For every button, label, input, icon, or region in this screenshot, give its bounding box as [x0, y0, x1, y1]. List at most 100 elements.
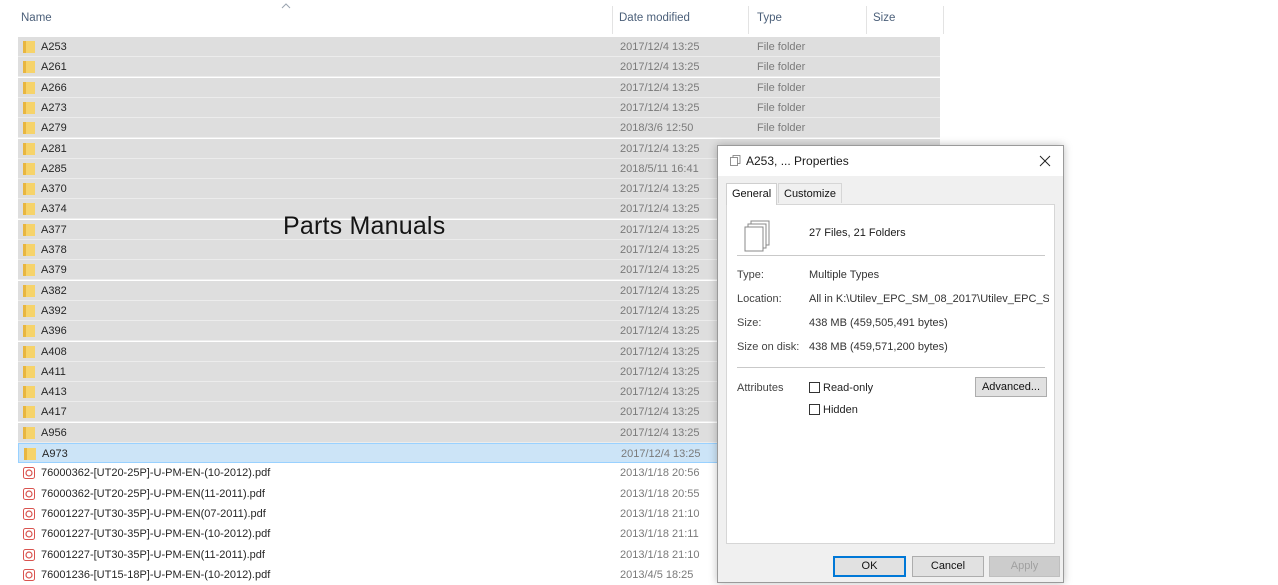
item-date: 2017/12/4 13:25	[620, 244, 700, 256]
folder-icon	[23, 264, 35, 277]
item-type: File folder	[757, 122, 806, 135]
column-divider[interactable]	[612, 6, 613, 34]
item-name: 76000362-[UT20-25P]-U-PM-EN(11-2011).pdf	[41, 487, 265, 500]
folder-row[interactable]: A253 2017/12/4 13:25 File folder	[18, 37, 940, 57]
folder-icon	[23, 142, 35, 155]
folder-icon	[23, 162, 35, 175]
item-date: 2013/1/18 21:10	[620, 507, 700, 520]
column-size[interactable]: Size	[873, 12, 895, 24]
item-name: A408	[41, 345, 67, 358]
folder-icon	[23, 183, 35, 196]
tab-general[interactable]: General	[726, 183, 778, 205]
folder-row[interactable]: A266 2017/12/4 13:25 File folder	[18, 77, 940, 98]
item-name: A396	[41, 325, 67, 338]
folder-icon	[23, 41, 35, 53]
folder-icon	[23, 284, 35, 297]
location-value: All in K:\Utilev_EPC_SM_08_2017\Utilev_E…	[809, 293, 1049, 305]
item-date: 2017/12/4 13:25	[620, 386, 700, 399]
item-date: 2013/1/18 21:11	[620, 528, 699, 541]
column-type[interactable]: Type	[757, 12, 782, 24]
folder-icon	[23, 122, 35, 135]
advanced-button[interactable]: Advanced...	[975, 377, 1047, 397]
hidden-label[interactable]: Hidden	[823, 404, 858, 416]
cancel-button[interactable]: Cancel	[912, 556, 984, 577]
pdf-icon	[23, 528, 35, 541]
folder-icon	[23, 365, 35, 378]
item-name: A266	[41, 81, 67, 94]
size-on-disk-value: 438 MB (459,571,200 bytes)	[809, 341, 948, 353]
readonly-checkbox[interactable]	[809, 382, 820, 393]
column-date-modified[interactable]: Date modified	[619, 12, 690, 24]
item-name: A285	[41, 162, 67, 175]
pdf-icon	[23, 467, 35, 480]
item-name: A417	[41, 406, 67, 419]
folder-row[interactable]: A279 2018/3/6 12:50 File folder	[18, 118, 940, 139]
selection-summary: 27 Files, 21 Folders	[809, 227, 906, 239]
general-tab-panel: 27 Files, 21 Folders Type: Multiple Type…	[726, 204, 1055, 544]
size-value: 438 MB (459,505,491 bytes)	[809, 317, 948, 329]
column-header: Name Date modified Type Size	[0, 0, 944, 37]
size-label: Size:	[737, 317, 762, 329]
folder-icon	[23, 345, 35, 358]
size-on-disk-label: Size on disk:	[737, 341, 800, 353]
properties-icon	[730, 155, 741, 166]
item-date: 2017/12/4 13:25	[620, 345, 700, 358]
folder-icon	[23, 325, 35, 338]
item-name: A273	[41, 101, 67, 114]
item-name: A279	[41, 122, 67, 135]
folder-icon	[23, 406, 35, 419]
item-type: File folder	[757, 41, 806, 53]
column-divider[interactable]	[943, 6, 944, 34]
apply-button[interactable]: Apply	[989, 556, 1060, 577]
hidden-checkbox[interactable]	[809, 404, 820, 415]
item-name: A253	[41, 41, 67, 53]
item-date: 2017/12/4 13:25	[620, 223, 700, 236]
item-name: A379	[41, 264, 67, 277]
divider	[737, 255, 1045, 256]
folder-icon	[23, 304, 35, 317]
item-date: 2017/12/4 13:25	[621, 448, 701, 460]
item-name: A281	[41, 142, 67, 155]
folder-icon	[23, 81, 35, 94]
tab-customize[interactable]: Customize	[778, 183, 842, 203]
item-date: 2018/3/6 12:50	[620, 122, 694, 135]
item-name: 76001227-[UT30-35P]-U-PM-EN(11-2011).pdf	[41, 548, 265, 561]
item-date: 2013/4/5 18:25	[620, 568, 694, 581]
item-date: 2017/12/4 13:25	[620, 325, 700, 338]
item-name: A413	[41, 386, 67, 399]
item-name: A374	[41, 203, 67, 216]
folder-icon	[23, 244, 35, 256]
dialog-titlebar[interactable]: A253, ... Properties	[718, 146, 1063, 176]
file-explorer: Name Date modified Type Size A253 2017/12…	[0, 0, 1278, 585]
folder-icon	[23, 223, 35, 236]
folder-row[interactable]: A261 2017/12/4 13:25 File folder	[18, 57, 940, 78]
item-name: A382	[41, 284, 67, 297]
item-type: File folder	[757, 101, 806, 114]
item-name: A973	[42, 448, 68, 460]
folder-icon	[24, 448, 36, 460]
folder-row[interactable]: A273 2017/12/4 13:25 File folder	[18, 97, 940, 118]
column-divider[interactable]	[748, 6, 749, 34]
folder-icon	[23, 386, 35, 399]
multiple-files-icon	[744, 220, 770, 252]
column-divider[interactable]	[866, 6, 867, 34]
ok-button[interactable]: OK	[833, 556, 906, 577]
item-date: 2017/12/4 13:25	[620, 203, 700, 216]
type-value: Multiple Types	[809, 269, 880, 281]
item-date: 2013/1/18 20:56	[620, 467, 700, 480]
pdf-icon	[23, 568, 35, 581]
pdf-icon	[23, 507, 35, 520]
column-name[interactable]: Name	[21, 12, 52, 24]
close-button[interactable]	[1027, 146, 1063, 176]
properties-dialog: A253, ... Properties General Customize 2…	[717, 145, 1064, 583]
item-date: 2018/5/11 16:41	[620, 162, 699, 175]
folder-icon	[23, 101, 35, 114]
location-label: Location:	[737, 293, 782, 305]
pdf-icon	[23, 548, 35, 561]
readonly-label[interactable]: Read-only	[823, 382, 873, 394]
close-icon	[1039, 155, 1051, 167]
item-date: 2017/12/4 13:25	[620, 61, 700, 74]
item-date: 2017/12/4 13:25	[620, 142, 700, 155]
item-type: File folder	[757, 61, 806, 74]
type-label: Type:	[737, 269, 764, 281]
